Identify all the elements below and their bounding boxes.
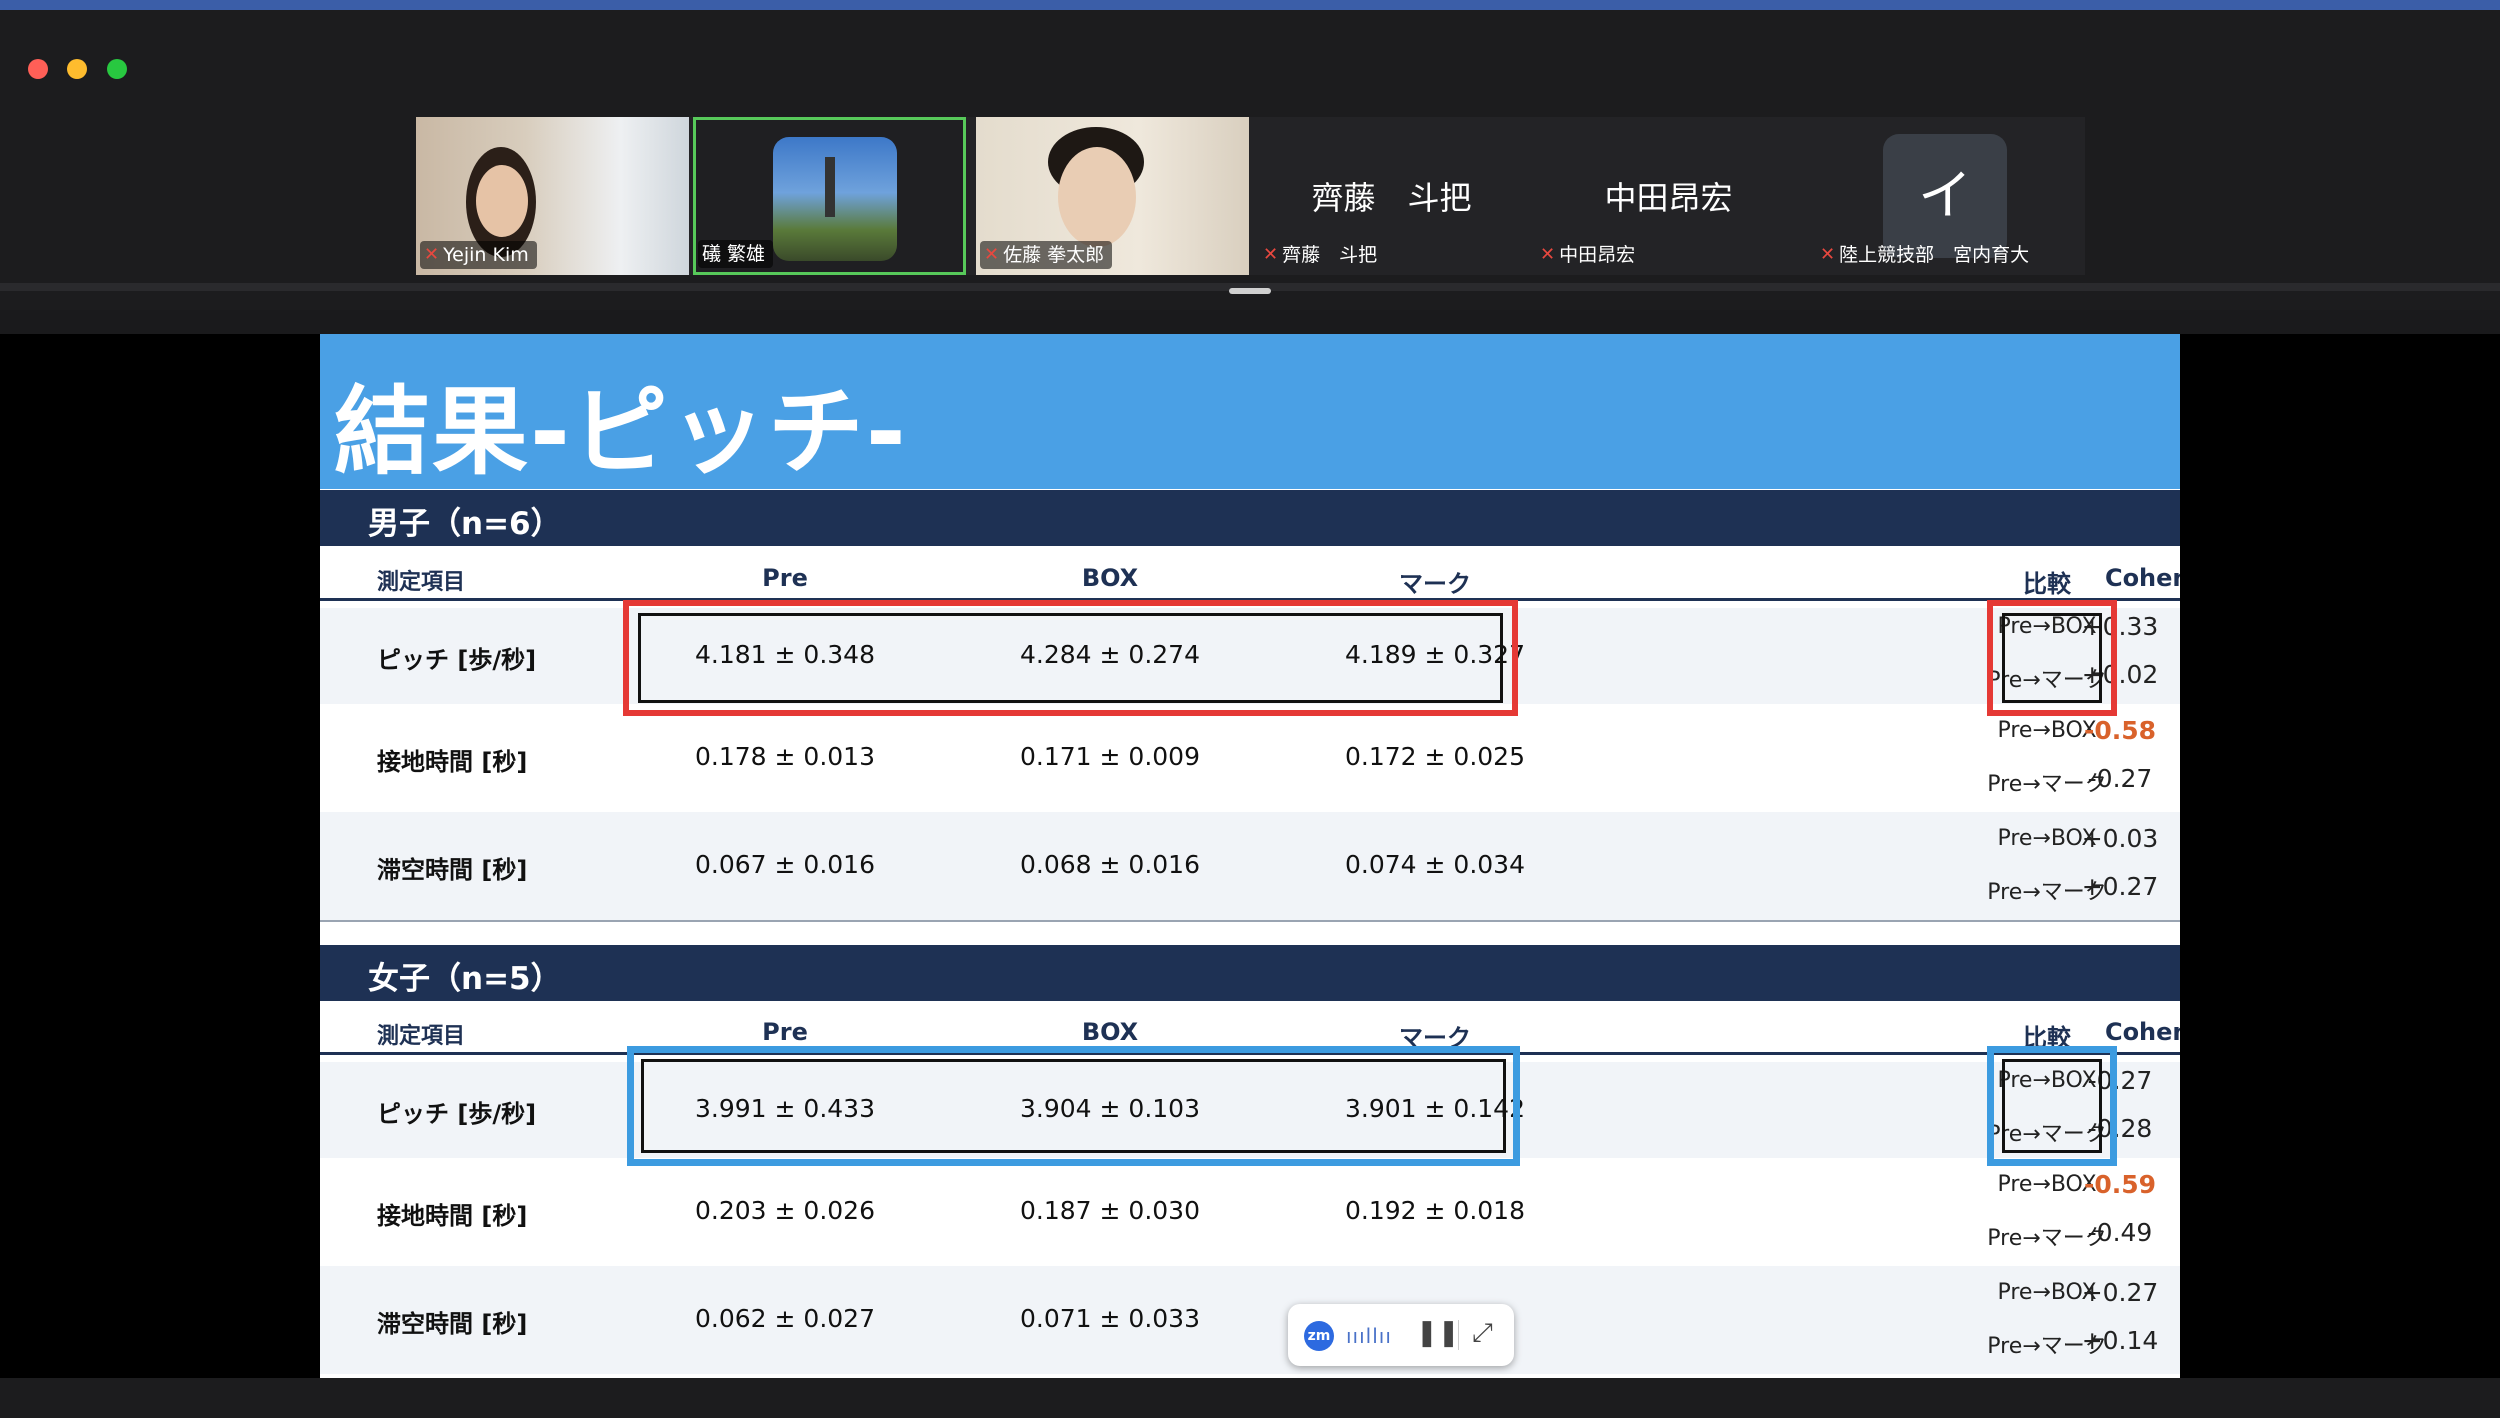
participant-name-tag: ✕ 佐藤 拳太郎	[980, 241, 1113, 269]
column-header-box: BOX	[1081, 564, 1139, 592]
table-row: 接地時間 [秒] 0.178 ± 0.013 0.171 ± 0.009 0.1…	[320, 704, 2180, 812]
table-row: 滞空時間 [秒] 0.062 ± 0.027 0.071 ± 0.033 Pre…	[320, 1266, 2180, 1374]
participant-face	[476, 165, 528, 237]
participant-name-tag: ✕ Yejin Kim	[420, 241, 537, 269]
participant-face	[1058, 147, 1136, 247]
mic-muted-icon: ✕	[424, 244, 440, 265]
resize-handle[interactable]	[1229, 288, 1271, 294]
column-header-item: 測定項目	[377, 1024, 466, 1049]
slide-header: 結果-ピッチ-	[320, 334, 2180, 489]
pause-icon[interactable]: ❚❚	[1416, 1318, 1460, 1348]
value-pre: 0.062 ± 0.027	[695, 1304, 875, 1333]
participant-name: 中田昂宏	[1559, 244, 1636, 266]
column-header-pre: Pre	[762, 1018, 808, 1046]
column-header-pre: Pre	[762, 564, 808, 592]
cohen-d-value: +0.03	[2081, 824, 2159, 853]
mic-muted-icon: ✕	[1263, 244, 1279, 265]
table-row: 滞空時間 [秒] 0.067 ± 0.016 0.068 ± 0.016 0.0…	[320, 812, 2180, 920]
cohen-d-value: +0.27	[2081, 1278, 2159, 1307]
statue-shape	[825, 157, 835, 217]
highlight-box-inner	[2002, 613, 2102, 703]
desktop-menubar-strip	[0, 0, 2500, 10]
zoom-window-button[interactable]	[107, 59, 127, 79]
shared-slide: 結果-ピッチ- 男子（n=6） 測定項目 Pre BOX マーク 比較 Cohe…	[320, 334, 2180, 1378]
cohen-d-value: +0.27	[2081, 872, 2159, 901]
participant-name-tag: ✕ 齊藤 斗把	[1259, 241, 1385, 269]
participant-name-tag: ✕ 中田昂宏	[1536, 241, 1643, 269]
participant-tile[interactable]: ✕ 佐藤 拳太郎	[976, 117, 1249, 275]
slide-title: 結果-ピッチ-	[334, 376, 908, 488]
title-bar	[0, 10, 2500, 110]
participant-display-name: 齊藤 斗把	[1311, 179, 1472, 217]
participant-display-name: 中田昂宏	[1604, 179, 1733, 217]
participant-name-tag: ✕ 陸上競技部 宮内育大	[1816, 241, 2037, 269]
row-item: 滞空時間 [秒]	[377, 1310, 528, 1338]
row-item: ピッチ [歩/秒]	[377, 646, 537, 674]
participant-name-tag: 礒 繁雄	[698, 240, 774, 268]
row-item: 滞空時間 [秒]	[377, 856, 528, 884]
value-box: 0.068 ± 0.016	[1020, 850, 1200, 879]
value-box: 0.171 ± 0.009	[1020, 742, 1200, 771]
cohen-d-value-highlighted: -0.59	[2083, 1170, 2157, 1199]
row-item: ピッチ [歩/秒]	[377, 1100, 537, 1128]
table-row: 接地時間 [秒] 0.203 ± 0.026 0.187 ± 0.030 0.1…	[320, 1158, 2180, 1266]
section-bar-men: 男子（n=6）	[320, 490, 2180, 546]
screen-share-controls: zm ıııllıı ❚❚ ⤢	[1288, 1304, 1514, 1366]
value-pre: 0.178 ± 0.013	[695, 742, 875, 771]
expand-icon[interactable]: ⤢	[1472, 1318, 1493, 1349]
zoom-logo-icon: zm	[1304, 1321, 1334, 1351]
section-bar-women: 女子（n=5）	[320, 945, 2180, 1001]
participant-letter-avatar: イ	[1883, 134, 2007, 258]
row-item: 接地時間 [秒]	[377, 748, 528, 776]
minimize-window-button[interactable]	[67, 59, 87, 79]
value-mark: 0.192 ± 0.018	[1345, 1196, 1525, 1225]
column-header-cohen-d: Cohen d	[2104, 1018, 2180, 1046]
table-bottom-rule	[320, 920, 2180, 922]
zoom-window: ✕ Yejin Kim 礒 繁雄 ✕ 佐藤 拳太郎 齊藤 斗把 ✕ 齊藤 斗把 …	[0, 0, 2500, 1418]
cohen-d-value: -0.27	[2087, 764, 2153, 793]
row-item: 接地時間 [秒]	[377, 1202, 528, 1230]
column-header-cohen-d: Cohen d	[2104, 564, 2180, 592]
participant-tile[interactable]: ✕ Yejin Kim	[416, 117, 689, 275]
participant-tile[interactable]: 中田昂宏 ✕ 中田昂宏	[1532, 117, 1805, 275]
audio-waveform-icon: ıııllıı	[1346, 1324, 1392, 1348]
value-box: 0.071 ± 0.033	[1020, 1304, 1200, 1333]
mic-muted-icon: ✕	[1540, 244, 1556, 265]
highlight-box-inner	[638, 613, 1503, 703]
participant-name: 陸上競技部 宮内育大	[1839, 244, 2030, 266]
participant-name: 齊藤 斗把	[1282, 244, 1378, 266]
value-pre: 0.067 ± 0.016	[695, 850, 875, 879]
value-pre: 0.203 ± 0.026	[695, 1196, 875, 1225]
participant-name: 佐藤 拳太郎	[1003, 244, 1105, 266]
cohen-d-value: +0.14	[2081, 1326, 2159, 1355]
cohen-d-value-highlighted: -0.58	[2083, 716, 2157, 745]
column-header-item: 測定項目	[377, 570, 466, 595]
participant-tile[interactable]: イ ✕ 陸上競技部 宮内育大	[1812, 117, 2085, 275]
participant-name: Yejin Kim	[443, 244, 529, 266]
highlight-box-inner	[641, 1059, 1506, 1153]
controls-divider	[1458, 1320, 1459, 1350]
value-box: 0.187 ± 0.030	[1020, 1196, 1200, 1225]
bottom-toolbar-strip	[0, 1378, 2500, 1418]
value-mark: 0.074 ± 0.034	[1345, 850, 1525, 879]
mic-muted-icon: ✕	[1820, 244, 1836, 265]
participant-tile-active[interactable]: 礒 繁雄	[693, 117, 966, 275]
section-label: 女子（n=5）	[368, 961, 562, 997]
participant-profile-image	[773, 137, 897, 261]
close-window-button[interactable]	[28, 59, 48, 79]
column-header-box: BOX	[1081, 1018, 1139, 1046]
column-header-mark: マーク	[1399, 570, 1471, 598]
participant-tile[interactable]: 齊藤 斗把 ✕ 齊藤 斗把	[1255, 117, 1528, 275]
participant-name: 礒 繁雄	[702, 243, 766, 265]
value-mark: 0.172 ± 0.025	[1345, 742, 1525, 771]
section-label: 男子（n=6）	[368, 506, 562, 542]
mic-muted-icon: ✕	[984, 244, 1000, 265]
cohen-d-value: -0.49	[2087, 1218, 2153, 1247]
highlight-box-inner	[2002, 1059, 2102, 1153]
